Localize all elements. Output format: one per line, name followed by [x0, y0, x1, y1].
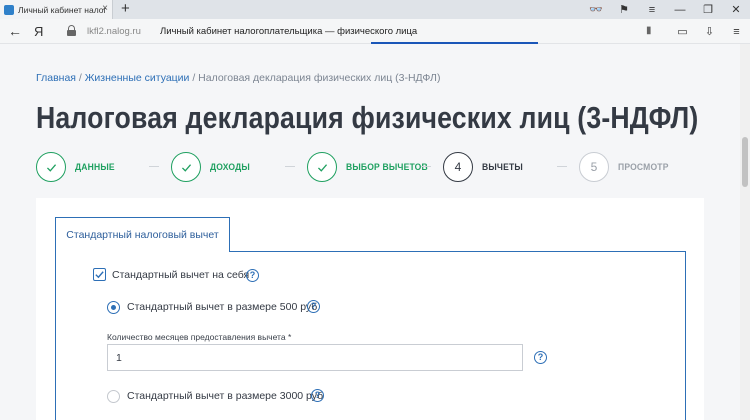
step-done-check-icon — [171, 152, 201, 182]
window-controls: 👓 ⚑ ≡ — ❐ ✕ — [582, 0, 750, 19]
checkmark-icon — [95, 271, 104, 279]
url-page-title[interactable]: Личный кабинет налогоплательщика — физич… — [160, 26, 417, 37]
breadcrumb-separator: / — [189, 72, 199, 84]
page-scrollbar[interactable] — [740, 44, 750, 420]
browser-menu-icon[interactable]: ≡ — [723, 26, 750, 38]
reader-mode-icon[interactable]: 👓 — [582, 3, 610, 16]
address-bar: ← Я lkfl2.nalog.ru Личный кабинет налого… — [0, 19, 750, 44]
bookmark-icon[interactable]: ▮ — [646, 25, 652, 36]
help-icon[interactable]: ? — [246, 269, 259, 282]
new-tab-button[interactable]: + — [121, 1, 130, 17]
page-title: Налоговая декларация физических лиц (3-Н… — [36, 100, 699, 135]
breadcrumb-current: Налоговая декларация физических лиц (3-Н… — [198, 72, 441, 84]
step-separator — [149, 166, 159, 167]
radio-3000-label[interactable]: Стандартный вычет в размере 3000 руб — [127, 390, 323, 402]
help-icon[interactable]: ? — [311, 389, 324, 402]
breadcrumb-home[interactable]: Главная — [36, 72, 76, 84]
breadcrumb-life-situations[interactable]: Жизненные ситуации — [85, 72, 190, 84]
scrollbar-thumb[interactable] — [742, 137, 748, 187]
browser-tab[interactable]: Личный кабинет налогоплательщика — физич… — [0, 0, 113, 19]
site-favicon-icon — [4, 4, 14, 15]
step-preview[interactable]: 5 ПРОСМОТР — [579, 150, 674, 184]
step-label: ПРОСМОТР — [618, 161, 669, 173]
months-field-label: Количество месяцев предоставления вычета… — [107, 332, 292, 342]
address-bar-actions: ▭ ⇩ ≡ — [669, 19, 750, 44]
step-separator — [421, 166, 431, 167]
help-icon[interactable]: ? — [534, 351, 547, 364]
yandex-icon[interactable]: Я — [34, 24, 43, 39]
self-deduction-checkbox[interactable] — [93, 268, 106, 281]
minimize-icon[interactable]: — — [666, 4, 694, 16]
self-deduction-label[interactable]: Стандартный вычет на себя — [112, 269, 249, 281]
battery-icon[interactable]: ▭ — [669, 25, 696, 38]
step-income[interactable]: ДОХОДЫ — [171, 150, 254, 184]
close-window-icon[interactable]: ✕ — [722, 3, 750, 16]
download-icon[interactable]: ⇩ — [696, 25, 723, 38]
radio-500-rub[interactable] — [107, 301, 120, 314]
bookmarks-icon[interactable]: ⚑ — [610, 3, 638, 16]
step-data[interactable]: ДАННЫЕ — [36, 150, 119, 184]
restore-icon[interactable]: ❐ — [694, 3, 722, 16]
step-deductions[interactable]: 4 ВЫЧЕТЫ — [443, 150, 527, 184]
step-label: ВЫЧЕТЫ — [482, 161, 523, 173]
months-input[interactable] — [107, 344, 523, 371]
browser-tab-strip: Личный кабинет налогоплательщика — физич… — [0, 0, 750, 19]
radio-500-label[interactable]: Стандартный вычет в размере 500 руб — [127, 301, 317, 313]
lock-icon[interactable] — [67, 25, 76, 36]
step-number: 4 — [443, 152, 473, 182]
deduction-card: Стандартный налоговый вычет Стандартный … — [36, 198, 704, 420]
tab-standard-deduction[interactable]: Стандартный налоговый вычет — [55, 217, 230, 252]
step-done-check-icon — [307, 152, 337, 182]
step-number: 5 — [579, 152, 609, 182]
active-nav-indicator — [371, 42, 538, 44]
step-label: ДАННЫЕ — [75, 161, 115, 173]
wizard-stepper: ДАННЫЕ ДОХОДЫ ВЫБОР ВЫЧЕТОВ 4 ВЫЧЕТЫ 5 П… — [36, 150, 696, 184]
step-done-check-icon — [36, 152, 66, 182]
url-domain[interactable]: lkfl2.nalog.ru — [87, 26, 141, 37]
breadcrumb-separator: / — [75, 72, 85, 84]
help-icon[interactable]: ? — [307, 300, 320, 313]
close-tab-icon[interactable]: × — [102, 3, 108, 15]
browser-tab-title: Личный кабинет налогоплательщика — физич… — [18, 4, 106, 15]
back-arrow-icon[interactable]: ← — [8, 23, 22, 39]
step-separator — [557, 166, 567, 167]
tab-label: Стандартный налоговый вычет — [66, 229, 219, 241]
step-separator — [285, 166, 295, 167]
radio-3000-rub[interactable] — [107, 390, 120, 403]
step-choose-deductions[interactable]: ВЫБОР ВЫЧЕТОВ — [307, 150, 437, 184]
step-label: ДОХОДЫ — [210, 161, 250, 173]
step-label: ВЫБОР ВЫЧЕТОВ — [346, 161, 428, 173]
menu-icon[interactable]: ≡ — [638, 4, 666, 16]
breadcrumb: Главная / Жизненные ситуации / Налоговая… — [36, 72, 440, 84]
